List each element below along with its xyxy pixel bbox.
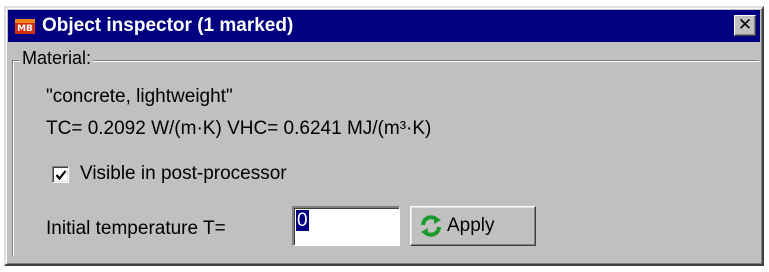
object-inspector-window: MB Object inspector (1 marked) ✕ Materia… bbox=[4, 6, 764, 266]
temperature-value: 0 bbox=[296, 210, 309, 231]
temperature-label: Initial temperature T= bbox=[46, 218, 226, 239]
close-icon: ✕ bbox=[737, 15, 753, 35]
apply-button[interactable]: Apply bbox=[410, 206, 536, 246]
material-group-label: Material: bbox=[20, 48, 94, 69]
app-logo-icon: MB bbox=[14, 16, 36, 36]
window-title: Object inspector (1 marked) bbox=[42, 15, 294, 36]
refresh-icon bbox=[419, 214, 443, 238]
svg-text:MB: MB bbox=[17, 24, 33, 34]
title-bar[interactable]: MB Object inspector (1 marked) ✕ bbox=[8, 10, 760, 42]
visible-checkbox-label[interactable]: Visible in post-processor bbox=[80, 163, 287, 185]
material-name: "concrete, lightweight" bbox=[46, 86, 233, 107]
apply-button-label: Apply bbox=[447, 215, 495, 236]
close-button[interactable]: ✕ bbox=[734, 15, 756, 36]
visible-checkbox[interactable] bbox=[52, 166, 69, 183]
checkmark-icon bbox=[55, 169, 66, 180]
material-properties: TC= 0.2092 W/(m·K) VHC= 0.6241 MJ/(m³·K) bbox=[46, 118, 432, 139]
temperature-input[interactable]: 0 bbox=[292, 206, 400, 246]
